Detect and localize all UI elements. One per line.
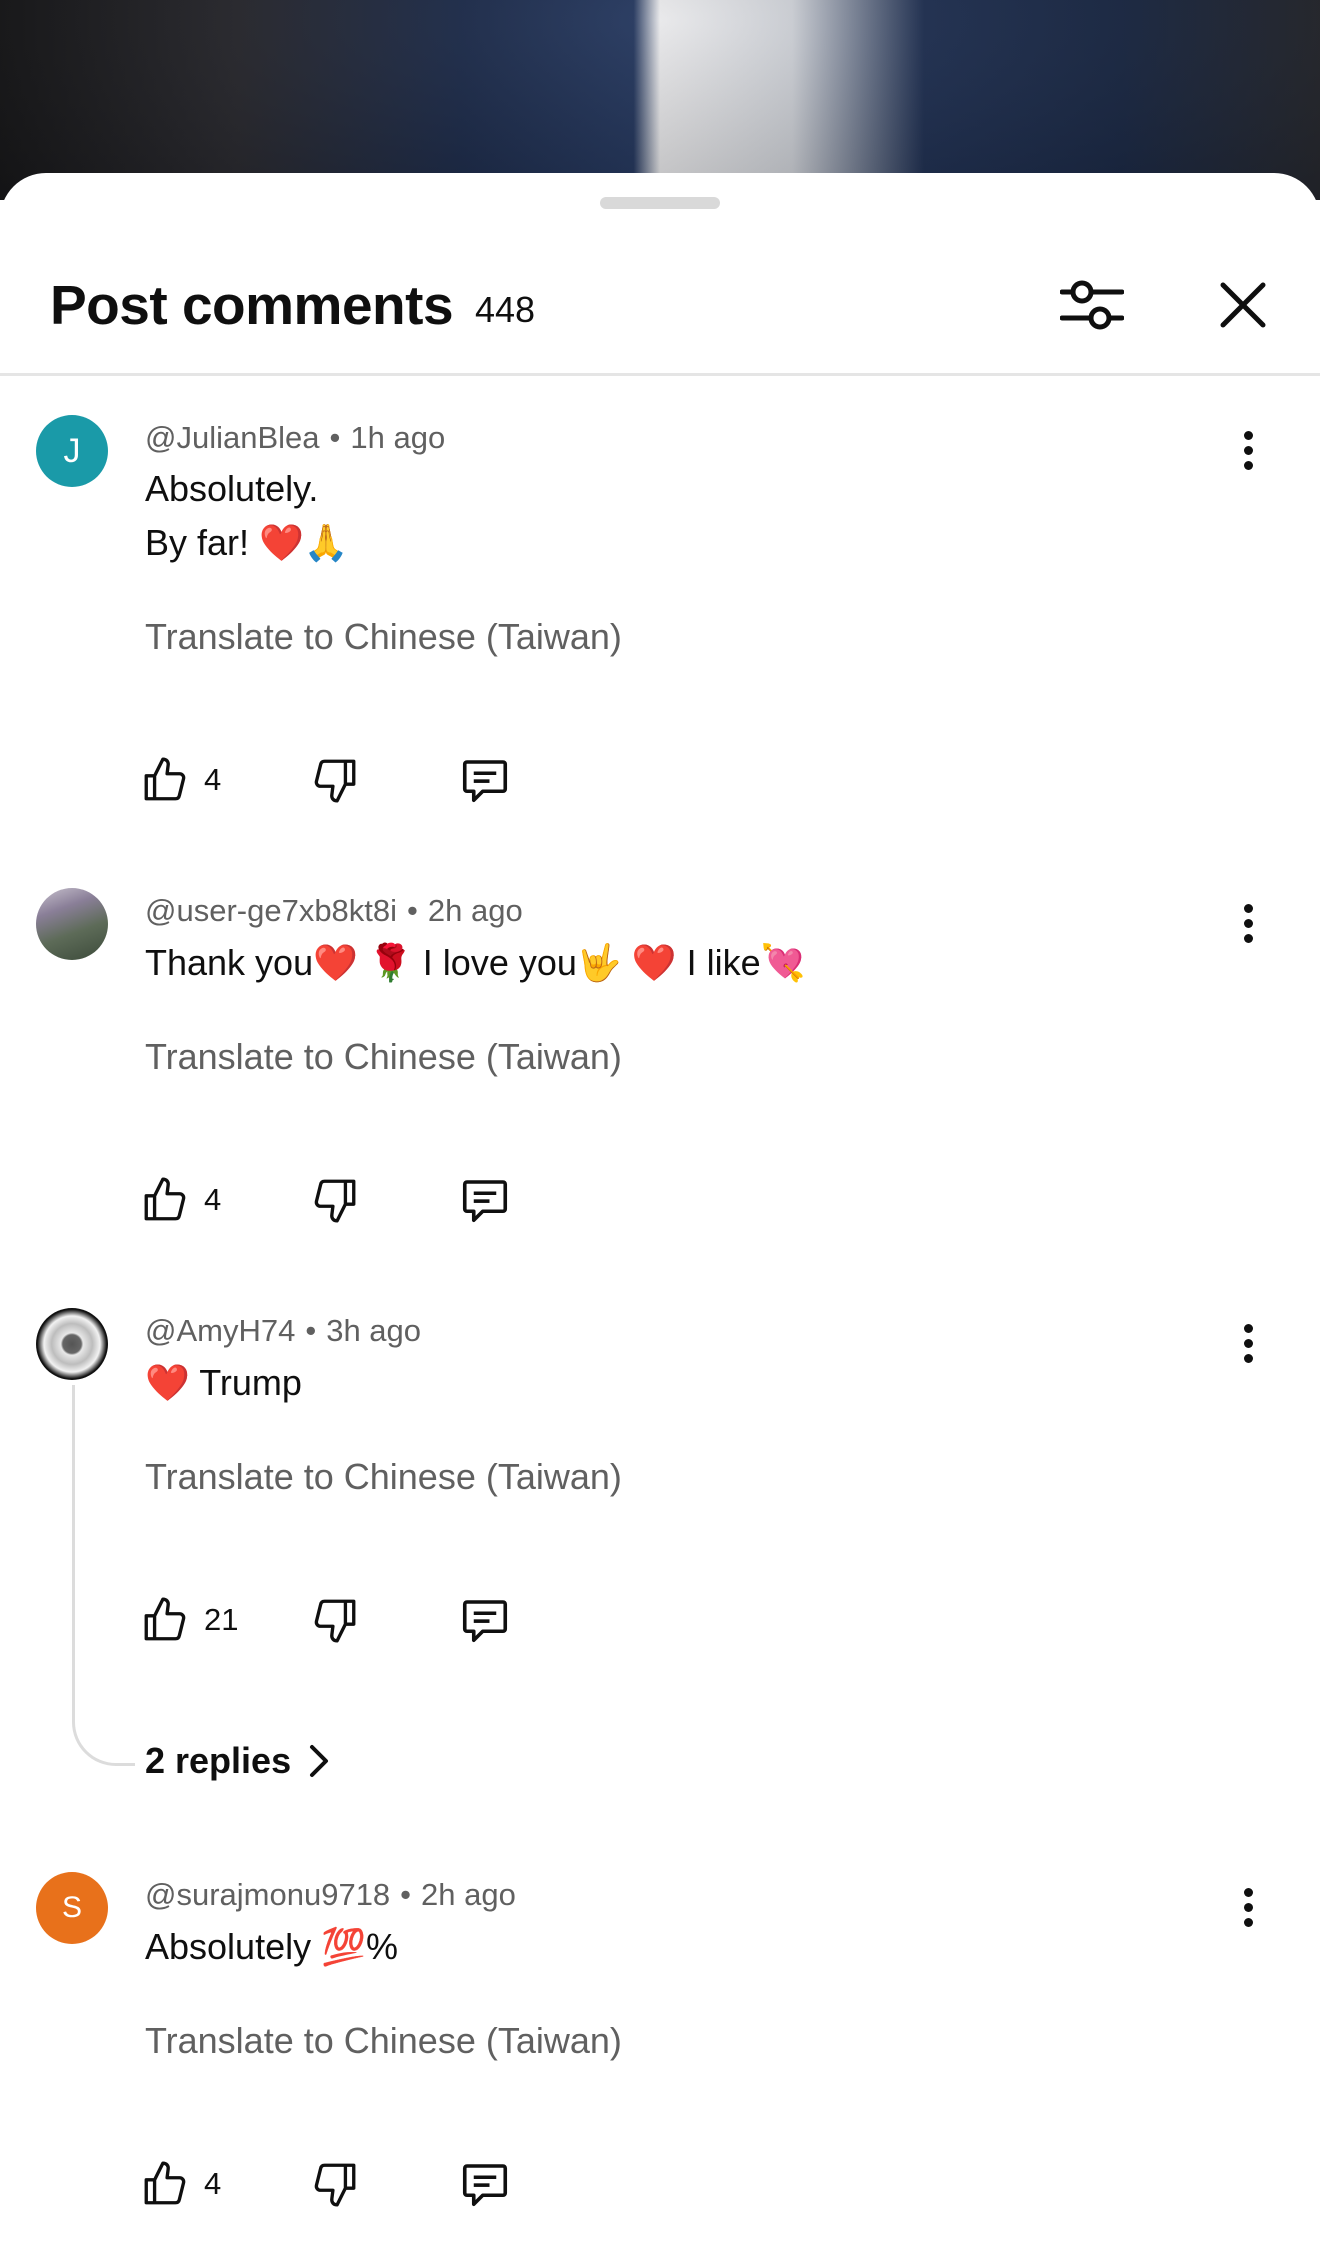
- comment-actions: 4: [140, 1170, 540, 1230]
- reply-button[interactable]: [458, 2154, 512, 2214]
- more-options-button[interactable]: [1228, 1313, 1268, 1373]
- translate-link[interactable]: Translate to Chinese (Taiwan): [145, 1456, 622, 1498]
- avatar[interactable]: [36, 888, 108, 960]
- view-replies-button[interactable]: 2 replies: [145, 1740, 331, 1782]
- translate-link[interactable]: Translate to Chinese (Taiwan): [145, 2020, 622, 2062]
- like-button[interactable]: 4: [140, 2154, 221, 2214]
- avatar[interactable]: J: [36, 415, 108, 487]
- like-button[interactable]: 21: [140, 1590, 238, 1650]
- comment-icon: [462, 1600, 508, 1643]
- close-button[interactable]: [1206, 265, 1280, 345]
- hundred-points-emoji: 💯: [321, 1927, 366, 1968]
- heart-emoji: ❤️: [313, 943, 358, 984]
- dislike-button[interactable]: [310, 750, 360, 810]
- avatar-letter: S: [61, 1891, 82, 1924]
- comment-meta: @AmyH74 • 3h ago: [145, 1313, 422, 1348]
- reply-button[interactable]: [458, 1170, 512, 1230]
- avatar[interactable]: S: [36, 1872, 108, 1944]
- like-button[interactable]: 4: [140, 750, 221, 810]
- comment-time: 2h ago: [421, 1877, 516, 1912]
- comment-body: Trump: [199, 1362, 302, 1403]
- comment-actions: 21: [140, 1590, 540, 1650]
- translate-link[interactable]: Translate to Chinese (Taiwan): [145, 616, 622, 658]
- header-divider: [0, 373, 1320, 376]
- comment-text-part: I love you: [422, 942, 577, 983]
- like-count: 4: [204, 762, 222, 797]
- more-options-button[interactable]: [1228, 420, 1268, 480]
- filter-button[interactable]: [1055, 265, 1129, 345]
- heart-emoji: ❤️: [145, 1363, 190, 1404]
- comment-actions: 4: [140, 2154, 540, 2214]
- translate-link[interactable]: Translate to Chinese (Taiwan): [145, 1036, 622, 1078]
- like-count: 4: [204, 2166, 222, 2201]
- thumbs-down-icon: [314, 759, 356, 803]
- comment-actions: 4: [140, 750, 540, 810]
- like-count: 21: [204, 1602, 239, 1637]
- comment-author[interactable]: @JulianBlea: [145, 420, 320, 455]
- thumbs-up-icon: [144, 2161, 186, 2205]
- thread-line: [72, 1385, 135, 1766]
- comment-author[interactable]: @AmyH74: [145, 1313, 295, 1348]
- comment-line: By far!: [145, 522, 250, 563]
- thumbs-down-icon: [314, 2163, 356, 2207]
- heart-arrow-emoji: 💘: [760, 943, 806, 984]
- more-options-button[interactable]: [1228, 1877, 1268, 1937]
- comment-icon: [462, 1180, 508, 1223]
- avatar[interactable]: [36, 1308, 108, 1380]
- close-icon: [1220, 282, 1266, 328]
- comment-meta: @surajmonu9718 • 2h ago: [145, 1877, 516, 1912]
- comment-body: Absolutely: [145, 1926, 312, 1967]
- reply-button[interactable]: [458, 750, 512, 810]
- comment-suffix: %: [365, 1926, 398, 1967]
- thumbs-up-icon: [144, 757, 186, 801]
- comment-author[interactable]: @user-ge7xb8kt8i: [145, 893, 397, 928]
- comment-author[interactable]: @surajmonu9718: [145, 1877, 390, 1912]
- comment-meta: @JulianBlea • 1h ago: [145, 420, 446, 455]
- comment-time: 1h ago: [350, 420, 446, 455]
- like-count: 4: [204, 1182, 222, 1217]
- like-button[interactable]: 4: [140, 1170, 221, 1230]
- comment-time: 3h ago: [326, 1313, 422, 1348]
- comment-icon: [462, 760, 508, 803]
- drag-handle[interactable]: [600, 197, 720, 209]
- pray-emoji: 🙏: [303, 523, 349, 564]
- dislike-button[interactable]: [310, 2154, 360, 2214]
- more-options-button[interactable]: [1228, 893, 1268, 953]
- avatar-letter: J: [63, 431, 81, 470]
- thumbs-up-icon: [144, 1597, 186, 1641]
- comment-text: ❤️ Trump: [145, 1356, 302, 1411]
- thumbs-down-icon: [314, 1179, 356, 1223]
- comment-time: 2h ago: [427, 893, 523, 928]
- thumbs-up-icon: [144, 1177, 186, 1221]
- sheet-title: Post comments: [50, 274, 454, 336]
- comment-icon: [462, 2164, 508, 2207]
- love-you-gesture-emoji: 🤟: [576, 943, 622, 984]
- comment-count: 448: [475, 289, 536, 330]
- comment-meta: @user-ge7xb8kt8i • 2h ago: [145, 893, 523, 928]
- comment-text: Absolutely. By far! ❤️🙏: [145, 462, 349, 571]
- dislike-button[interactable]: [310, 1590, 360, 1650]
- chevron-right-icon: [310, 1745, 329, 1777]
- heart-emoji: ❤️: [631, 943, 677, 984]
- sheet-header: Post comments 448: [0, 253, 1320, 373]
- comment-text-part: I like: [686, 942, 761, 983]
- replies-label: 2 replies: [145, 1740, 292, 1781]
- rose-emoji: 🌹: [367, 943, 413, 984]
- sliders-icon: [1060, 280, 1124, 330]
- thumbs-down-icon: [314, 1599, 356, 1643]
- heart-emoji: ❤️: [259, 523, 304, 564]
- comment-text-part: Thank you: [145, 942, 314, 983]
- dislike-button[interactable]: [310, 1170, 360, 1230]
- comment-text: Absolutely 💯%: [145, 1920, 398, 1975]
- reply-button[interactable]: [458, 1590, 512, 1650]
- comment-text: Thank you❤️ 🌹 I love you🤟 ❤️ I like💘: [145, 936, 805, 991]
- video-preview[interactable]: [0, 0, 1320, 200]
- comment-line: Absolutely.: [145, 468, 319, 509]
